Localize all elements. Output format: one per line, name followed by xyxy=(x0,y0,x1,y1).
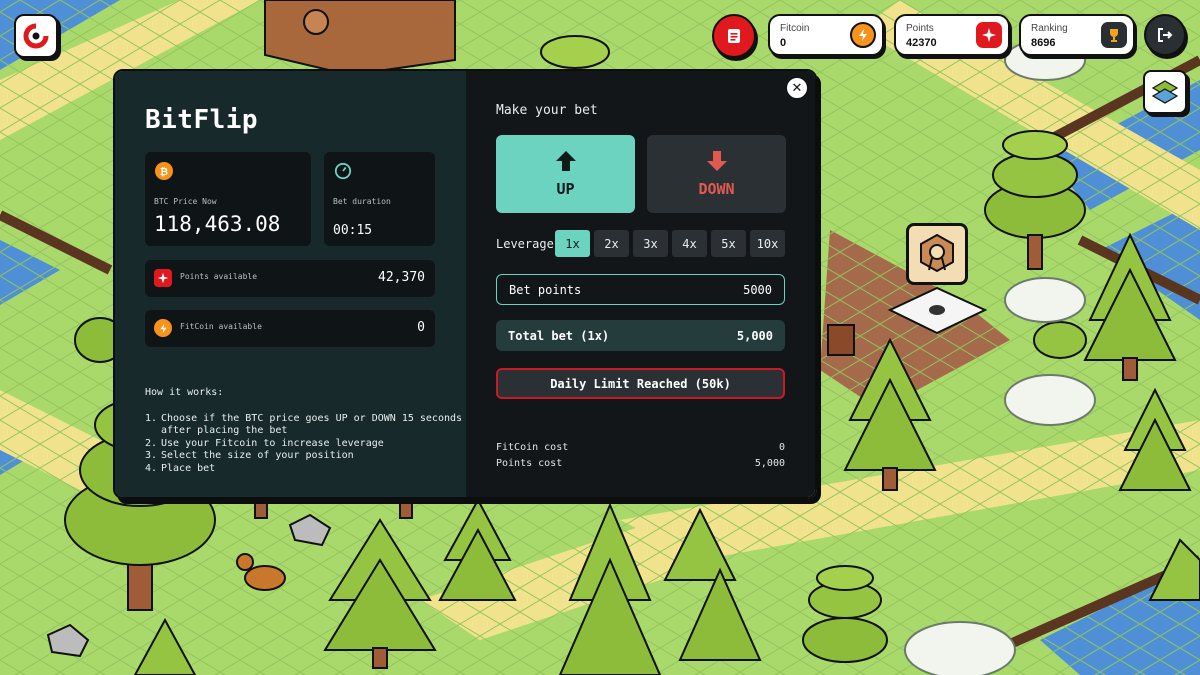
app-logo-icon xyxy=(23,23,49,49)
fitcoin-cost-value: 0 xyxy=(778,442,785,453)
logout-button[interactable] xyxy=(1144,14,1186,56)
bitcoin-icon: ₿ xyxy=(155,162,173,180)
app-logo-button[interactable] xyxy=(14,14,58,58)
points-cost-label: Points cost xyxy=(496,458,563,469)
map-button[interactable] xyxy=(1143,70,1187,114)
leverage-option-3x[interactable]: 3x xyxy=(633,230,668,257)
ranking-stat: Ranking 8696 xyxy=(1019,14,1135,56)
sparkle-icon xyxy=(154,269,172,287)
total-bet-label: Total bet (1x) xyxy=(508,328,610,343)
activity-button[interactable] xyxy=(712,14,756,58)
fitcoin-stat-label: Fitcoin xyxy=(780,23,810,34)
how-step: 3. Select the size of your position xyxy=(145,450,466,463)
fitcoin-stat-value: 0 xyxy=(780,37,787,49)
how-step: 1. Choose if the BTC price goes UP or DOW… xyxy=(145,413,466,438)
points-cost-row: Points cost 5,000 xyxy=(496,458,785,469)
trophy-icon xyxy=(1101,22,1127,48)
bet-points-input[interactable]: Bet points 5000 xyxy=(496,274,785,305)
points-stat-label: Points xyxy=(906,23,934,34)
bitflip-building-badge[interactable] xyxy=(906,223,968,285)
ranking-stat-value: 8696 xyxy=(1031,37,1056,49)
bet-points-label: Bet points xyxy=(509,282,582,297)
close-modal-button[interactable]: ✕ xyxy=(786,77,808,99)
points-cost-value: 5,000 xyxy=(754,458,785,469)
how-step: 2. Use your Fitcoin to increase leverage xyxy=(145,438,466,451)
modal-title: BitFlip xyxy=(145,105,259,135)
bitflip-badge-icon xyxy=(920,233,954,273)
fitcoin-cost-label: FitCoin cost xyxy=(496,442,569,453)
btc-price-label: BTC Price Now xyxy=(154,197,217,206)
bet-down-label: DOWN xyxy=(698,180,735,198)
how-step-number: 1. xyxy=(145,412,158,424)
leverage-option-2x[interactable]: 2x xyxy=(594,230,629,257)
lightning-coin-icon xyxy=(850,22,876,48)
how-step-text: Select the size of your position xyxy=(161,450,354,461)
close-icon: ✕ xyxy=(791,80,803,96)
arrow-up-icon xyxy=(555,151,576,171)
ranking-stat-label: Ranking xyxy=(1031,23,1068,34)
how-it-works-title: How it works: xyxy=(145,387,224,398)
leverage-option-1x[interactable]: 1x xyxy=(555,230,590,257)
how-step-number: 2. xyxy=(145,437,158,449)
lightning-coin-icon xyxy=(154,319,172,337)
arrow-down-icon xyxy=(706,151,727,171)
fitcoin-available-row: FitCoin available 0 xyxy=(145,310,435,347)
bet-up-button[interactable]: UP xyxy=(496,135,635,213)
btc-price-card: ₿ BTC Price Now 118,463.08 xyxy=(145,152,311,246)
btc-price-value: 118,463.08 xyxy=(154,212,281,236)
points-stat: Points 42370 xyxy=(894,14,1010,56)
leverage-option-5x[interactable]: 5x xyxy=(711,230,746,257)
bitflip-info-panel: BitFlip ₿ BTC Price Now 118,463.08 Bet d… xyxy=(115,71,466,497)
logout-icon xyxy=(1158,28,1173,42)
bet-duration-label: Bet duration xyxy=(333,197,391,206)
how-step-number: 4. xyxy=(145,462,158,474)
make-bet-title: Make your bet xyxy=(496,103,598,118)
total-bet-value: 5,000 xyxy=(736,328,773,343)
fitcoin-available-value: 0 xyxy=(417,320,425,335)
leverage-option-4x[interactable]: 4x xyxy=(672,230,707,257)
points-stat-value: 42370 xyxy=(906,37,937,49)
fitcoin-cost-row: FitCoin cost 0 xyxy=(496,442,785,453)
bet-down-button[interactable]: DOWN xyxy=(647,135,786,213)
bet-up-label: UP xyxy=(556,180,575,198)
points-available-label: Points available xyxy=(180,272,258,281)
bet-duration-card: Bet duration 00:15 xyxy=(324,152,435,246)
timer-icon xyxy=(334,162,352,180)
points-available-row: Points available 42,370 xyxy=(145,260,435,297)
leverage-options: 1x 2x 3x 4x 5x 10x xyxy=(555,230,785,257)
how-step: 4. Place bet xyxy=(145,463,466,476)
how-it-works-steps: 1. Choose if the BTC price goes UP or DOW… xyxy=(145,413,466,476)
how-step-text: Place bet xyxy=(161,462,216,474)
leverage-option-10x[interactable]: 10x xyxy=(750,230,785,257)
total-bet-row: Total bet (1x) 5,000 xyxy=(496,320,785,351)
map-icon xyxy=(1151,80,1179,104)
points-available-value: 42,370 xyxy=(378,270,425,285)
how-step-text: Choose if the BTC price goes UP or DOWN … xyxy=(161,412,463,437)
bet-panel: Make your bet UP DOWN Leverage 1x 2x 3x … xyxy=(466,71,815,497)
how-it-works: How it works: 1. Choose if the BTC price … xyxy=(145,387,466,475)
leverage-label: Leverage xyxy=(496,237,554,251)
fitcoin-stat: Fitcoin 0 xyxy=(768,14,884,56)
sparkle-icon xyxy=(976,22,1002,48)
fitcoin-available-label: FitCoin available xyxy=(180,322,262,331)
how-step-text: Use your Fitcoin to increase leverage xyxy=(161,437,384,449)
clipboard-icon xyxy=(728,29,740,43)
bitflip-modal: BitFlip ₿ BTC Price Now 118,463.08 Bet d… xyxy=(113,69,817,499)
svg-text:₿: ₿ xyxy=(160,166,168,177)
how-step-number: 3. xyxy=(145,450,158,461)
daily-limit-button[interactable]: Daily Limit Reached (50k) xyxy=(496,368,785,399)
bet-duration-value: 00:15 xyxy=(333,223,373,238)
bet-points-value[interactable]: 5000 xyxy=(743,283,772,297)
